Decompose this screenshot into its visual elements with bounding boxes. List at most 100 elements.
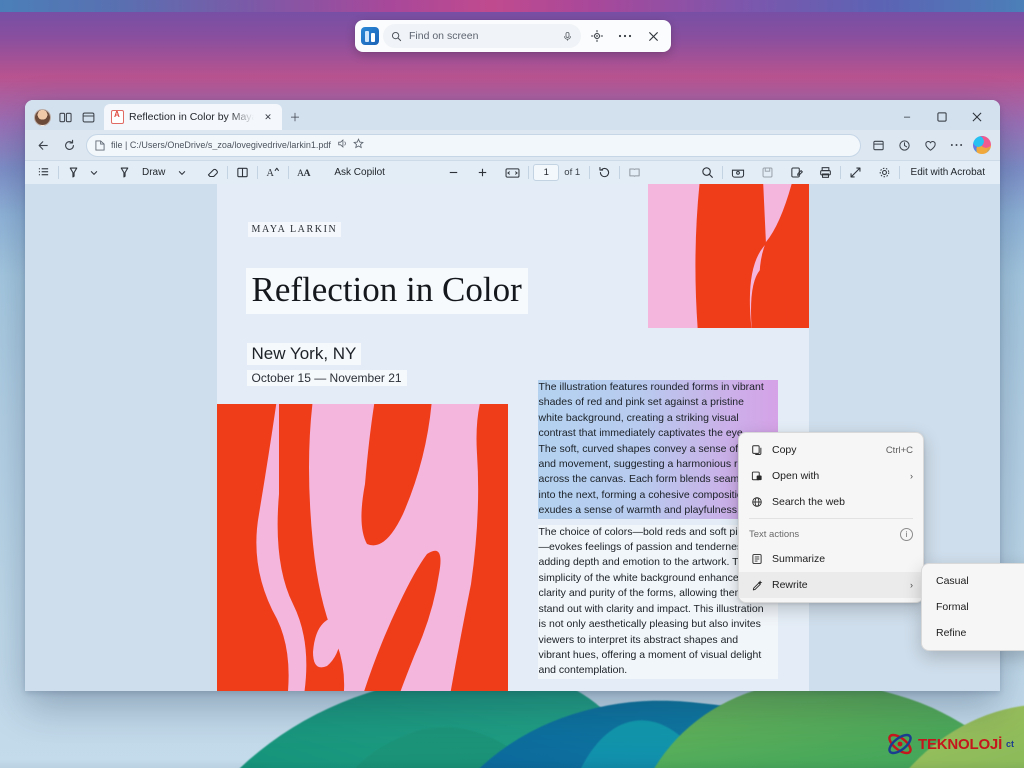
text-style-icon[interactable]: A xyxy=(262,163,284,183)
address-bar-row: file | C:/Users/OneDrive/s_zoa/lovegived… xyxy=(25,130,1000,160)
save-icon[interactable] xyxy=(757,163,778,183)
artwork-top-right xyxy=(648,184,809,328)
read-mode-icon[interactable] xyxy=(624,163,645,183)
context-menu-shortcut: Ctrl+C xyxy=(886,445,913,456)
toolbar-separator xyxy=(589,166,590,179)
minimize-button[interactable]: – xyxy=(890,104,924,130)
back-arrow-icon[interactable] xyxy=(31,133,55,157)
context-menu-label: Rewrite xyxy=(772,579,902,591)
context-menu-item-open-with[interactable]: Open with › xyxy=(739,463,923,489)
page-layout-icon[interactable] xyxy=(232,163,253,183)
contrast-icon[interactable]: AA xyxy=(293,163,315,183)
visual-search-icon[interactable] xyxy=(585,24,609,48)
context-menu: Copy Ctrl+C Open with › Search the web T… xyxy=(738,432,924,603)
page-number-input[interactable]: 1 xyxy=(533,164,559,181)
chevron-right-icon: › xyxy=(910,471,913,481)
search-icon xyxy=(391,31,402,42)
read-aloud-icon[interactable] xyxy=(337,136,348,154)
zoom-out-icon[interactable] xyxy=(443,163,464,183)
info-icon[interactable]: i xyxy=(900,528,913,541)
tab-reflection-in-color[interactable]: Reflection in Color by Maya Larkin ✕ xyxy=(104,104,282,130)
find-on-screen-bar: Find on screen xyxy=(355,20,671,52)
wallpaper-vignette xyxy=(0,760,1024,768)
profile-avatar[interactable] xyxy=(31,106,53,128)
context-menu-label: Summarize xyxy=(772,553,913,565)
document-city: New York, NY xyxy=(247,343,362,365)
text-line: white background, creating a striking vi… xyxy=(538,411,778,426)
draw-chevron-down-icon[interactable] xyxy=(172,163,192,183)
copilot-icon[interactable] xyxy=(970,133,994,157)
context-menu-item-rewrite[interactable]: Rewrite › xyxy=(739,572,923,598)
zoom-in-icon[interactable] xyxy=(472,163,493,183)
submenu-item-refine[interactable]: Refine xyxy=(922,620,1024,646)
new-tab-button[interactable]: ＋ xyxy=(286,108,304,126)
close-icon[interactable] xyxy=(641,24,665,48)
page-title: Reflection in Color xyxy=(246,268,528,314)
svg-text:A: A xyxy=(304,168,311,179)
fullscreen-icon[interactable] xyxy=(845,163,866,183)
highlight-chevron-down-icon[interactable] xyxy=(84,163,104,183)
context-menu-section-header: Text actions i xyxy=(739,522,923,546)
fit-to-page-icon[interactable] xyxy=(501,163,524,183)
star-icon[interactable] xyxy=(353,136,364,154)
annotate-icon[interactable] xyxy=(786,163,807,183)
edit-with-acrobat-button[interactable]: Edit with Acrobat xyxy=(904,163,992,183)
watermark-subtext: ct xyxy=(1006,739,1014,749)
browser-essentials-icon[interactable] xyxy=(918,133,942,157)
tab-close-button[interactable]: ✕ xyxy=(259,108,277,126)
split-screen-icon[interactable] xyxy=(54,106,76,128)
maximize-button[interactable] xyxy=(925,104,959,130)
pdf-page: MAYA LARKIN Reflection in Color New York… xyxy=(217,184,809,691)
immersive-reader-icon[interactable] xyxy=(727,163,749,183)
context-menu-item-summarize[interactable]: Summarize xyxy=(739,546,923,572)
tab-title: Reflection in Color by Maya Larkin xyxy=(129,111,254,123)
context-menu-label: Open with xyxy=(772,470,902,482)
search-web-icon xyxy=(749,496,764,508)
eraser-icon[interactable] xyxy=(202,163,223,183)
history-icon[interactable] xyxy=(892,133,916,157)
refresh-icon[interactable] xyxy=(57,133,81,157)
close-button[interactable] xyxy=(960,104,994,130)
toolbar-separator xyxy=(899,166,900,179)
windows-search-icon xyxy=(361,27,379,45)
draw-pen-icon[interactable] xyxy=(114,163,135,183)
search-input[interactable]: Find on screen xyxy=(383,24,581,48)
rewrite-icon xyxy=(749,579,764,591)
more-options-icon[interactable] xyxy=(613,24,637,48)
context-menu-item-search-the-web[interactable]: Search the web xyxy=(739,489,923,515)
url-input[interactable]: file | C:/Users/OneDrive/s_zoa/lovegived… xyxy=(86,134,861,157)
text-line: shades of red and pink set against a pri… xyxy=(538,395,778,410)
text-line: stand out with clarity and impact. This … xyxy=(538,602,778,617)
search-icon[interactable] xyxy=(697,163,718,183)
tab-actions-icon[interactable] xyxy=(77,106,99,128)
omnibox-actions xyxy=(337,136,364,154)
open-with-icon xyxy=(749,470,764,482)
watermark-logo: TEKNOLOJİ ct xyxy=(886,730,1014,758)
ask-copilot-button[interactable]: Ask Copilot xyxy=(327,163,392,183)
submenu-item-formal[interactable]: Formal xyxy=(922,594,1024,620)
wallpaper-top-band xyxy=(0,0,1024,12)
print-icon[interactable] xyxy=(815,163,836,183)
text-line: viewers to interpret its abstract shapes… xyxy=(538,633,778,648)
microphone-icon[interactable] xyxy=(562,31,573,42)
draw-button[interactable]: Draw xyxy=(135,163,172,183)
collections-icon[interactable] xyxy=(866,133,890,157)
table-of-contents-icon[interactable] xyxy=(33,163,54,183)
tab-strip: Reflection in Color by Maya Larkin ✕ ＋ – xyxy=(25,100,1000,130)
watermark-text: TEKNOLOJİ xyxy=(918,736,1002,753)
svg-text:A: A xyxy=(267,168,275,179)
context-menu-label: Copy xyxy=(772,444,878,456)
toolbar-separator xyxy=(528,166,529,179)
more-settings-icon[interactable] xyxy=(944,133,968,157)
toolbar-separator xyxy=(840,166,841,179)
document-author: MAYA LARKIN xyxy=(248,222,342,237)
rotate-icon[interactable] xyxy=(594,163,615,183)
artwork-main xyxy=(217,404,508,691)
context-menu-item-copy[interactable]: Copy Ctrl+C xyxy=(739,437,923,463)
submenu-item-casual[interactable]: Casual xyxy=(922,568,1024,594)
summarize-icon xyxy=(749,553,764,565)
toolbar-separator xyxy=(58,166,59,179)
highlight-icon[interactable] xyxy=(63,163,84,183)
toolbar-separator xyxy=(288,166,289,179)
gear-icon[interactable] xyxy=(874,163,895,183)
